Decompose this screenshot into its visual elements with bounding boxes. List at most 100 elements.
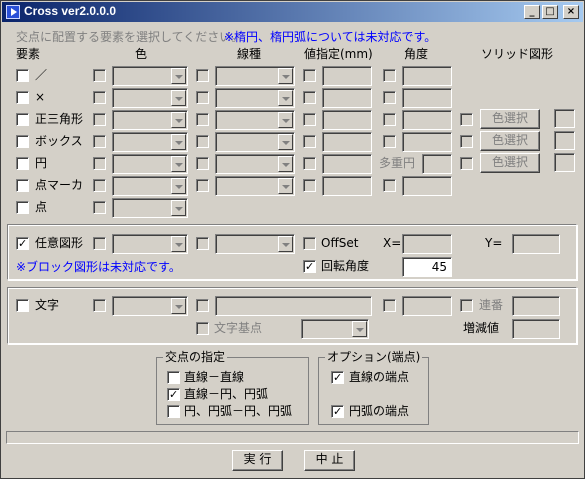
- rotate-checkbox[interactable]: [303, 260, 316, 273]
- color-checkbox[interactable]: [93, 69, 106, 82]
- color-checkbox[interactable]: [93, 179, 106, 192]
- linetype-checkbox[interactable]: [196, 113, 209, 126]
- text-content-checkbox[interactable]: [196, 299, 209, 312]
- x-input[interactable]: [402, 234, 452, 254]
- color-select[interactable]: [112, 296, 188, 316]
- color-select[interactable]: [112, 176, 188, 196]
- size-checkbox[interactable]: [303, 135, 316, 148]
- maximize-button[interactable]: □: [542, 5, 558, 19]
- rotate-input[interactable]: 45: [402, 257, 452, 277]
- linetype-checkbox[interactable]: [196, 179, 209, 192]
- text-angle-checkbox[interactable]: [383, 299, 396, 312]
- linetype-checkbox[interactable]: [196, 69, 209, 82]
- text-angle-input[interactable]: [402, 296, 452, 316]
- solid-checkbox[interactable]: [460, 113, 473, 126]
- serial-checkbox[interactable]: [460, 299, 473, 312]
- chevron-down-icon: [171, 298, 186, 314]
- arc-endpoint-checkbox[interactable]: [331, 405, 344, 418]
- cancel-button[interactable]: 中 止: [304, 450, 355, 471]
- offset-checkbox[interactable]: [303, 237, 316, 250]
- color-checkbox[interactable]: [93, 113, 106, 126]
- color-select[interactable]: [112, 110, 188, 130]
- minimize-button[interactable]: _: [524, 5, 540, 19]
- row-checkbox[interactable]: [16, 113, 29, 126]
- row-checkbox[interactable]: [16, 157, 29, 170]
- solid-checkbox[interactable]: [460, 135, 473, 148]
- color-checkbox[interactable]: [93, 237, 106, 250]
- circle-circle-checkbox[interactable]: [167, 405, 180, 418]
- angle-checkbox[interactable]: [383, 179, 396, 192]
- linetype-select[interactable]: [215, 110, 295, 130]
- offset-label: OffSet: [321, 236, 359, 250]
- line-line-checkbox[interactable]: [167, 371, 180, 384]
- linetype-checkbox[interactable]: [196, 237, 209, 250]
- color-select[interactable]: [112, 88, 188, 108]
- increment-input[interactable]: [512, 319, 560, 339]
- circle-circle-label: 円、円弧－円、円弧: [184, 404, 293, 418]
- angle-input[interactable]: [402, 88, 452, 108]
- angle-input[interactable]: [402, 66, 452, 86]
- size-input[interactable]: [322, 154, 372, 174]
- size-input[interactable]: [322, 176, 372, 196]
- linetype-select[interactable]: [215, 132, 295, 152]
- run-button[interactable]: 実 行: [232, 450, 283, 471]
- solid-checkbox[interactable]: [460, 157, 473, 170]
- size-input[interactable]: [322, 88, 372, 108]
- row-checkbox[interactable]: [16, 201, 29, 214]
- title-bar[interactable]: Cross ver2.0.0.0 _ □ ×: [2, 2, 583, 22]
- row-checkbox[interactable]: [16, 91, 29, 104]
- angle-checkbox[interactable]: [383, 135, 396, 148]
- solid-color-button[interactable]: 色選択: [480, 109, 540, 129]
- color-checkbox[interactable]: [93, 157, 106, 170]
- serial-input[interactable]: [512, 296, 560, 316]
- row-checkbox[interactable]: [16, 179, 29, 192]
- angle-checkbox[interactable]: [383, 69, 396, 82]
- size-checkbox[interactable]: [303, 179, 316, 192]
- basepoint-checkbox[interactable]: [196, 322, 209, 335]
- y-input[interactable]: [512, 234, 560, 254]
- color-select[interactable]: [112, 132, 188, 152]
- linetype-select[interactable]: [215, 234, 295, 254]
- chevron-down-icon: [278, 68, 293, 84]
- solid-color-button[interactable]: 色選択: [480, 131, 540, 151]
- size-checkbox[interactable]: [303, 113, 316, 126]
- angle-checkbox[interactable]: [383, 91, 396, 104]
- basepoint-select[interactable]: [301, 319, 369, 339]
- size-checkbox[interactable]: [303, 91, 316, 104]
- linetype-select[interactable]: [215, 66, 295, 86]
- line-circle-checkbox[interactable]: [167, 388, 180, 401]
- row-checkbox[interactable]: [16, 135, 29, 148]
- angle-input[interactable]: [402, 132, 452, 152]
- linetype-checkbox[interactable]: [196, 135, 209, 148]
- close-button[interactable]: ×: [563, 5, 579, 19]
- row-checkbox[interactable]: [16, 69, 29, 82]
- angle-input[interactable]: [402, 110, 452, 130]
- color-select[interactable]: [112, 66, 188, 86]
- color-checkbox[interactable]: [93, 91, 106, 104]
- line-endpoint-checkbox[interactable]: [331, 371, 344, 384]
- solid-color-button[interactable]: 色選択: [480, 153, 540, 173]
- size-checkbox[interactable]: [303, 157, 316, 170]
- linetype-checkbox[interactable]: [196, 157, 209, 170]
- arbitrary-shape-checkbox[interactable]: [16, 237, 29, 250]
- size-input[interactable]: [322, 110, 372, 130]
- linetype-checkbox[interactable]: [196, 91, 209, 104]
- color-checkbox[interactable]: [93, 135, 106, 148]
- color-checkbox[interactable]: [93, 299, 106, 312]
- linetype-select[interactable]: [215, 154, 295, 174]
- linetype-select[interactable]: [215, 88, 295, 108]
- multi-circle-input[interactable]: [422, 154, 452, 174]
- color-checkbox[interactable]: [93, 201, 106, 214]
- color-select[interactable]: [112, 154, 188, 174]
- text-content-input[interactable]: [215, 296, 372, 316]
- angle-input[interactable]: [402, 176, 452, 196]
- size-input[interactable]: [322, 132, 372, 152]
- text-checkbox[interactable]: [16, 299, 29, 312]
- size-input[interactable]: [322, 66, 372, 86]
- size-checkbox[interactable]: [303, 69, 316, 82]
- text-label: 文字: [35, 298, 60, 312]
- angle-checkbox[interactable]: [383, 113, 396, 126]
- linetype-select[interactable]: [215, 176, 295, 196]
- color-select[interactable]: [112, 234, 188, 254]
- color-select[interactable]: [112, 198, 188, 218]
